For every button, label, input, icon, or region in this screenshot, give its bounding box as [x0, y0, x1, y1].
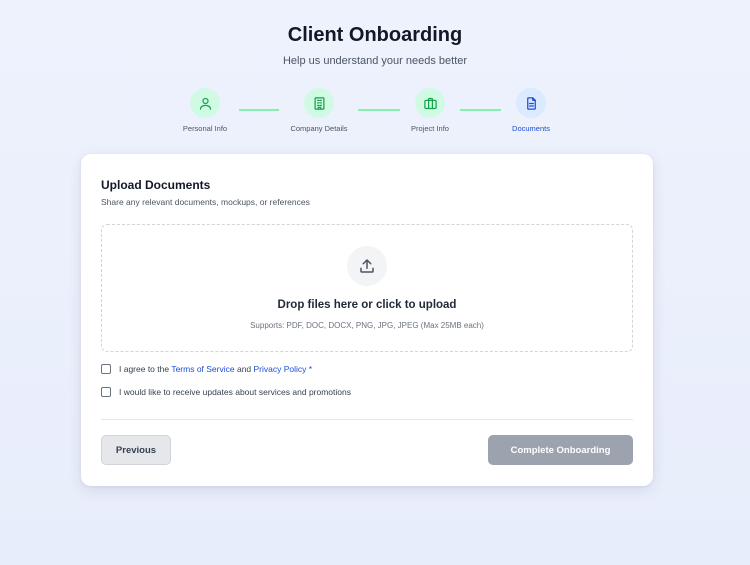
- step-label: Company Details: [290, 124, 348, 133]
- step-company-details: Company Details: [274, 88, 364, 133]
- dropzone-title: Drop files here or click to upload: [277, 299, 457, 311]
- file-dropzone[interactable]: Drop files here or click to upload Suppo…: [101, 224, 633, 352]
- card-title: Upload Documents: [101, 178, 211, 192]
- step-documents: Documents: [486, 88, 576, 133]
- terms-and: and: [234, 364, 254, 374]
- terms-of-service-link[interactable]: Terms of Service: [171, 364, 234, 374]
- step-circle: [516, 88, 546, 118]
- terms-agreement-row: I agree to the Terms of Service and Priv…: [101, 364, 312, 374]
- step-circle: [415, 88, 445, 118]
- required-asterisk: *: [306, 364, 313, 374]
- updates-opt-in-row: I would like to receive updates about se…: [101, 387, 351, 397]
- terms-prefix: I agree to the: [119, 364, 172, 374]
- step-circle: [304, 88, 334, 118]
- terms-checkbox[interactable]: [101, 364, 111, 374]
- step-circle: [190, 88, 220, 118]
- step-label: Documents: [512, 124, 550, 133]
- step-project-info: Project Info: [385, 88, 475, 133]
- upload-icon-circle: [347, 246, 387, 286]
- complete-onboarding-button[interactable]: Complete Onboarding: [488, 435, 633, 465]
- upload-icon: [360, 259, 374, 273]
- privacy-policy-link[interactable]: Privacy Policy: [254, 364, 307, 374]
- updates-label: I would like to receive updates about se…: [119, 387, 351, 397]
- progress-stepper: Personal Info Company Details Project In…: [0, 88, 750, 138]
- step-label: Personal Info: [182, 124, 228, 133]
- user-icon: [199, 97, 211, 110]
- page-subtitle: Help us understand your needs better: [282, 55, 468, 67]
- terms-label: I agree to the Terms of Service and Priv…: [119, 364, 312, 374]
- step-personal-info: Personal Info: [160, 88, 250, 133]
- document-icon: [526, 96, 536, 110]
- briefcase-icon: [423, 97, 437, 109]
- step-label: Project Info: [411, 124, 449, 133]
- updates-checkbox[interactable]: [101, 387, 111, 397]
- page-title: Client Onboarding: [287, 24, 463, 46]
- previous-button[interactable]: Previous: [101, 435, 171, 465]
- card-divider: [101, 419, 633, 420]
- dropzone-hint: Supports: PDF, DOC, DOCX, PNG, JPG, JPEG…: [250, 321, 484, 330]
- building-icon: [314, 96, 324, 110]
- card-description: Share any relevant documents, mockups, o…: [101, 197, 310, 207]
- upload-card: Upload Documents Share any relevant docu…: [81, 154, 653, 486]
